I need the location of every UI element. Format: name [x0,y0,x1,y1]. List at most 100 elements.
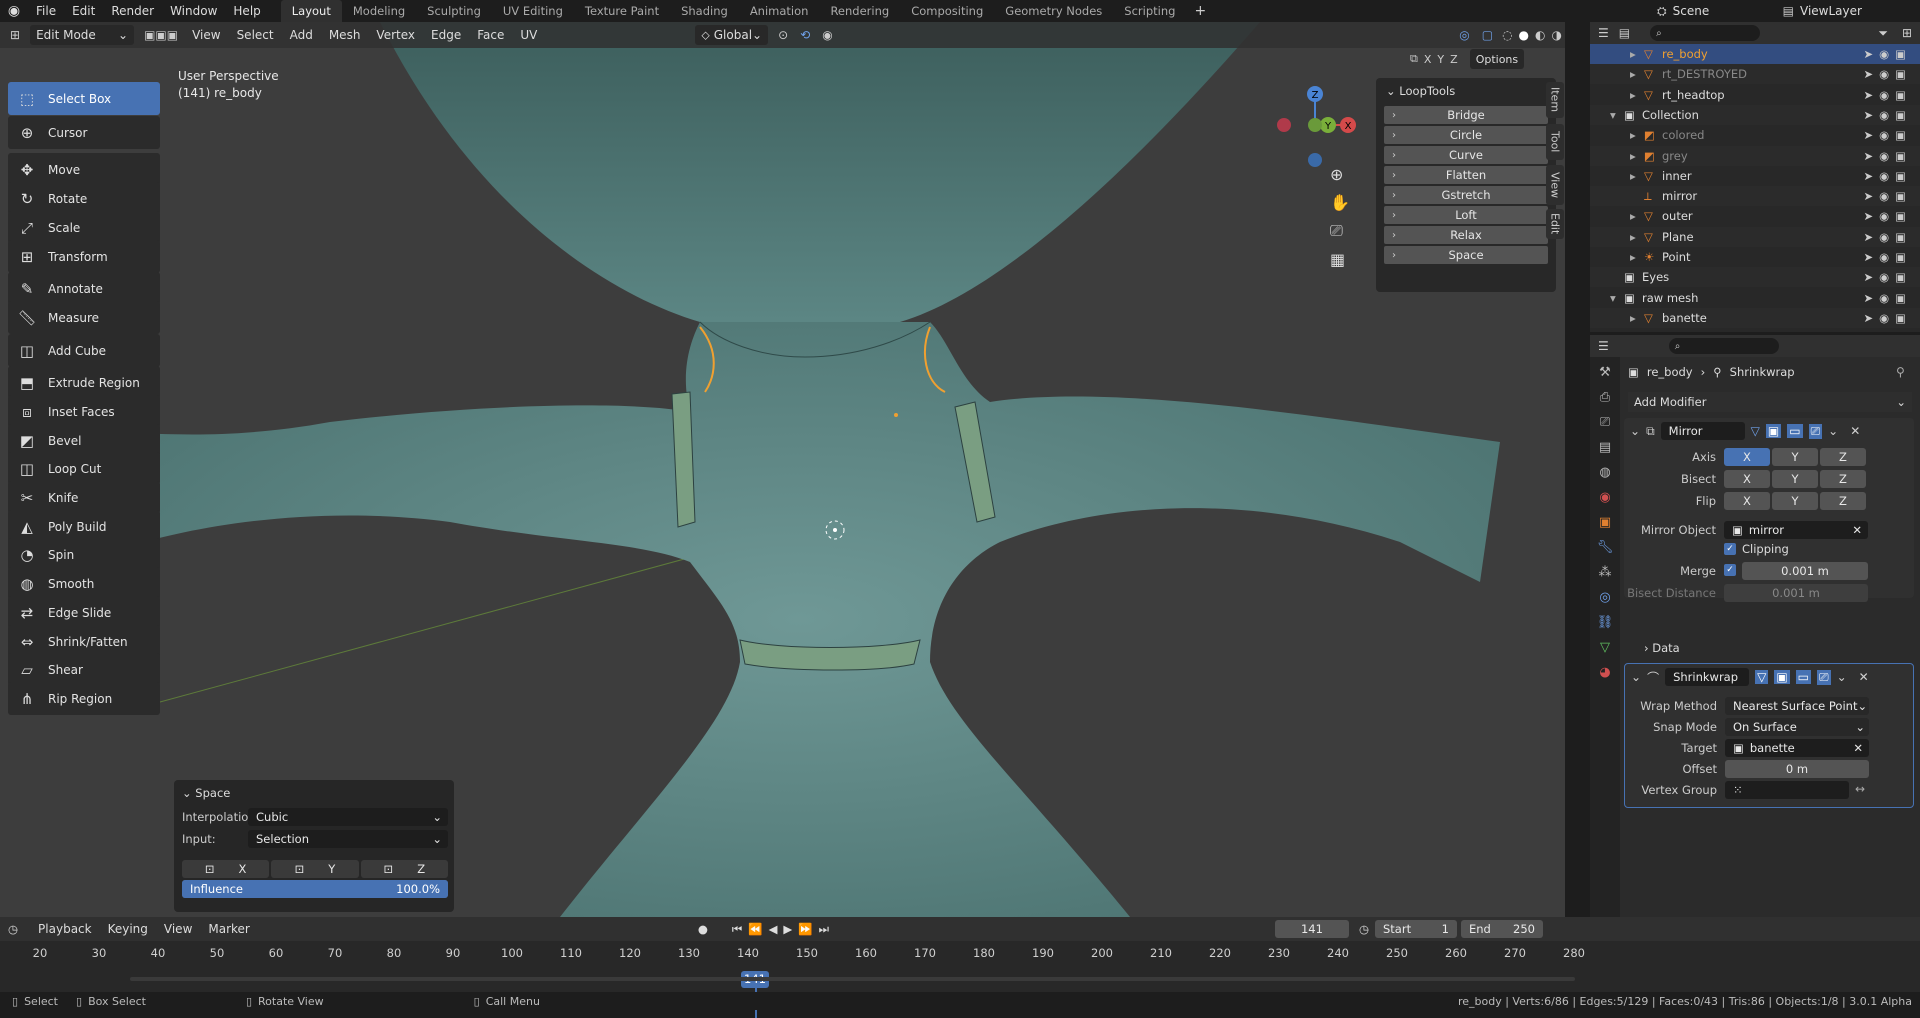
outliner-row-collection[interactable]: ▾ ▣ Collection ➤◉▣ [1590,104,1920,125]
mirror-object-field[interactable]: ▣ mirror ✕ [1724,521,1868,539]
view-layer-name[interactable]: ViewLayer [1800,4,1920,18]
sidebar-tab-view[interactable]: View [1546,165,1564,205]
looptools-loft[interactable]: › Loft [1384,206,1548,224]
visibility-icons[interactable]: ➤◉▣ [1863,270,1912,284]
pivot-icon[interactable]: ⊙ [772,28,794,42]
vertex-group-field[interactable]: ⁙ [1725,781,1849,799]
outliner-row-outer[interactable]: ▸ ▽ outer ➤◉▣ [1590,206,1920,226]
outliner-row-raw-mesh[interactable]: ▾ ▣ raw mesh ➤◉▣ [1590,288,1920,308]
editor-type-icon[interactable]: ⊞ [0,28,26,42]
expander-icon[interactable]: ▸ [1630,88,1644,102]
bisect-x-button[interactable]: X [1724,470,1770,488]
viewport-menu-uv[interactable]: UV [512,24,545,46]
viewport-menu-add[interactable]: Add [282,24,321,46]
wrap-method-dropdown[interactable]: Nearest Surface Point ⌄ [1725,697,1869,715]
visibility-icons[interactable]: ➤◉▣ [1863,149,1912,163]
tool-tab-icon[interactable]: ⚒ [1599,365,1611,380]
select-mode-icons[interactable]: ▣▣▣ [138,28,184,42]
expander-icon[interactable]: ▾ [1610,291,1624,305]
sidebar-tab-edit[interactable]: Edit [1546,209,1564,239]
outliner-row-rt-headtop[interactable]: ▸ ▽ rt_headtop ➤◉▣ [1590,85,1920,105]
editor-type-icon[interactable]: ☰ [1598,26,1609,40]
modifier-tab-icon[interactable]: 🔧︎ [1597,540,1614,555]
keying-menu[interactable]: Keying [100,918,156,940]
pin-icon[interactable]: ⚲ [1896,365,1905,379]
object-tab-icon[interactable]: ▣ [1599,515,1611,530]
filter-icon[interactable]: ⏷ [1878,26,1888,41]
physics-tab-icon[interactable]: ◎ [1599,590,1610,605]
visibility-icons[interactable]: ➤◉▣ [1863,47,1912,61]
workspace-tab-uv-editing[interactable]: UV Editing [492,0,574,22]
proportional-icon[interactable]: ◉ [816,28,838,42]
visibility-icons[interactable]: ➤◉▣ [1863,230,1912,244]
start-frame-field[interactable]: Start 1 [1375,920,1457,938]
flip-y-button[interactable]: Y [1772,492,1818,510]
expander-icon[interactable]: ▾ [1610,108,1624,122]
outliner-row-colored[interactable]: ▸ ◩ colored ➤◉▣ [1590,125,1920,145]
record-icon[interactable]: ● [698,922,708,936]
looptools-relax[interactable]: › Relax [1384,226,1548,244]
looptools-bridge[interactable]: › Bridge [1384,106,1548,124]
editor-type-icon[interactable]: ☰ [1598,339,1609,353]
scene-tab-icon[interactable]: ◍ [1599,465,1610,480]
cage-toggle-icon[interactable]: ▣ [1765,424,1782,438]
expander-icon[interactable]: ▸ [1630,209,1644,223]
data-subpanel[interactable]: › Data [1644,641,1680,655]
axis-z-button[interactable]: Z [1820,448,1866,466]
edit-mode-toggle-icon[interactable]: ▽ [1751,424,1760,438]
scene-icon[interactable]: ⛭ [1657,4,1667,19]
workspace-tab-texture-paint[interactable]: Texture Paint [574,0,670,22]
options-dropdown[interactable]: Options [1469,49,1525,69]
playback-controls[interactable]: ⏮⏪◀▶⏩⏭ [732,922,835,937]
lock-y-toggle[interactable]: ⊡ Y [271,860,359,878]
playback-menu[interactable]: Playback [30,918,100,940]
lock-z-toggle[interactable]: ⊡ Z [360,860,448,878]
workspace-tab-animation[interactable]: Animation [739,0,820,22]
bisect-distance-field[interactable]: 0.001 m [1724,584,1868,602]
world-tab-icon[interactable]: ◉ [1599,490,1610,505]
viewport-menu-mesh[interactable]: Mesh [321,24,369,46]
zoom-icon[interactable]: ⊕ [1330,165,1350,184]
render-toggle-icon[interactable]: ⎚ [1817,669,1831,685]
outliner-row-mirror[interactable]: ⟂ mirror ➤◉▣ [1590,186,1920,207]
shading-solid-icon[interactable]: ● [1516,28,1532,42]
expander-icon[interactable]: ▸ [1630,128,1644,142]
workspace-tab-geometry-nodes[interactable]: Geometry Nodes [994,0,1113,22]
visibility-icons[interactable]: ➤◉▣ [1863,209,1912,223]
snap-mode-dropdown[interactable]: On Surface ⌄ [1725,718,1869,736]
timeline-track[interactable]: 20 30 40 50 60 70 80 90 100 110 120 130 140 150 160 170… [0,941,1920,1018]
flip-z-button[interactable]: Z [1820,492,1866,510]
looptools-curve[interactable]: › Curve [1384,146,1548,164]
shrinkwrap-name-field[interactable]: Shrinkwrap [1665,668,1750,686]
expander-icon[interactable]: ▸ [1630,67,1644,81]
influence-slider[interactable]: Influence 100.0% [182,880,448,898]
render-tab-icon[interactable]: ⎙ [1600,390,1610,405]
looptools-header[interactable]: ⌄ LoopTools [1376,78,1556,104]
axis-y-button[interactable]: Y [1772,448,1818,466]
cage-toggle-icon[interactable]: ▣ [1774,670,1790,684]
visibility-icons[interactable]: ➤◉▣ [1863,250,1912,264]
expander-icon[interactable]: ▸ [1630,230,1644,244]
sidebar-tab-tool[interactable]: Tool [1546,124,1564,160]
render-toggle-icon[interactable]: ⎚ [1808,423,1823,439]
overlay-icon[interactable]: ◎ [1453,28,1475,42]
tool-add-cube[interactable]: ◫ Add Cube [8,334,160,367]
viewport-menu-edge[interactable]: Edge [423,24,469,46]
expander-icon[interactable]: ▸ [1630,47,1644,61]
input-dropdown[interactable]: Selection ⌄ [248,830,448,848]
expander-icon[interactable]: ▸ [1630,311,1644,325]
outliner-row-plane[interactable]: ▸ ▽ Plane ➤◉▣ [1590,226,1920,247]
visibility-icons[interactable]: ➤◉▣ [1863,189,1912,203]
pan-hand-icon[interactable]: ✋ [1330,193,1350,212]
shading-material-icon[interactable]: ◐ [1532,28,1548,42]
looptools-gstretch[interactable]: › Gstretch [1384,186,1548,204]
bisect-z-button[interactable]: Z [1820,470,1866,488]
workspace-tab-shading[interactable]: Shading [670,0,739,22]
clear-icon[interactable]: ✕ [1853,741,1863,755]
workspace-tab-rendering[interactable]: Rendering [819,0,900,22]
view-menu[interactable]: View [156,918,200,940]
workspace-tab-layout[interactable]: Layout [280,0,342,22]
view-layer-tab-icon[interactable]: ▤ [1599,440,1611,455]
tool-measure[interactable]: 📏︎ Measure [8,301,160,334]
visibility-icons[interactable]: ➤◉▣ [1863,311,1912,325]
